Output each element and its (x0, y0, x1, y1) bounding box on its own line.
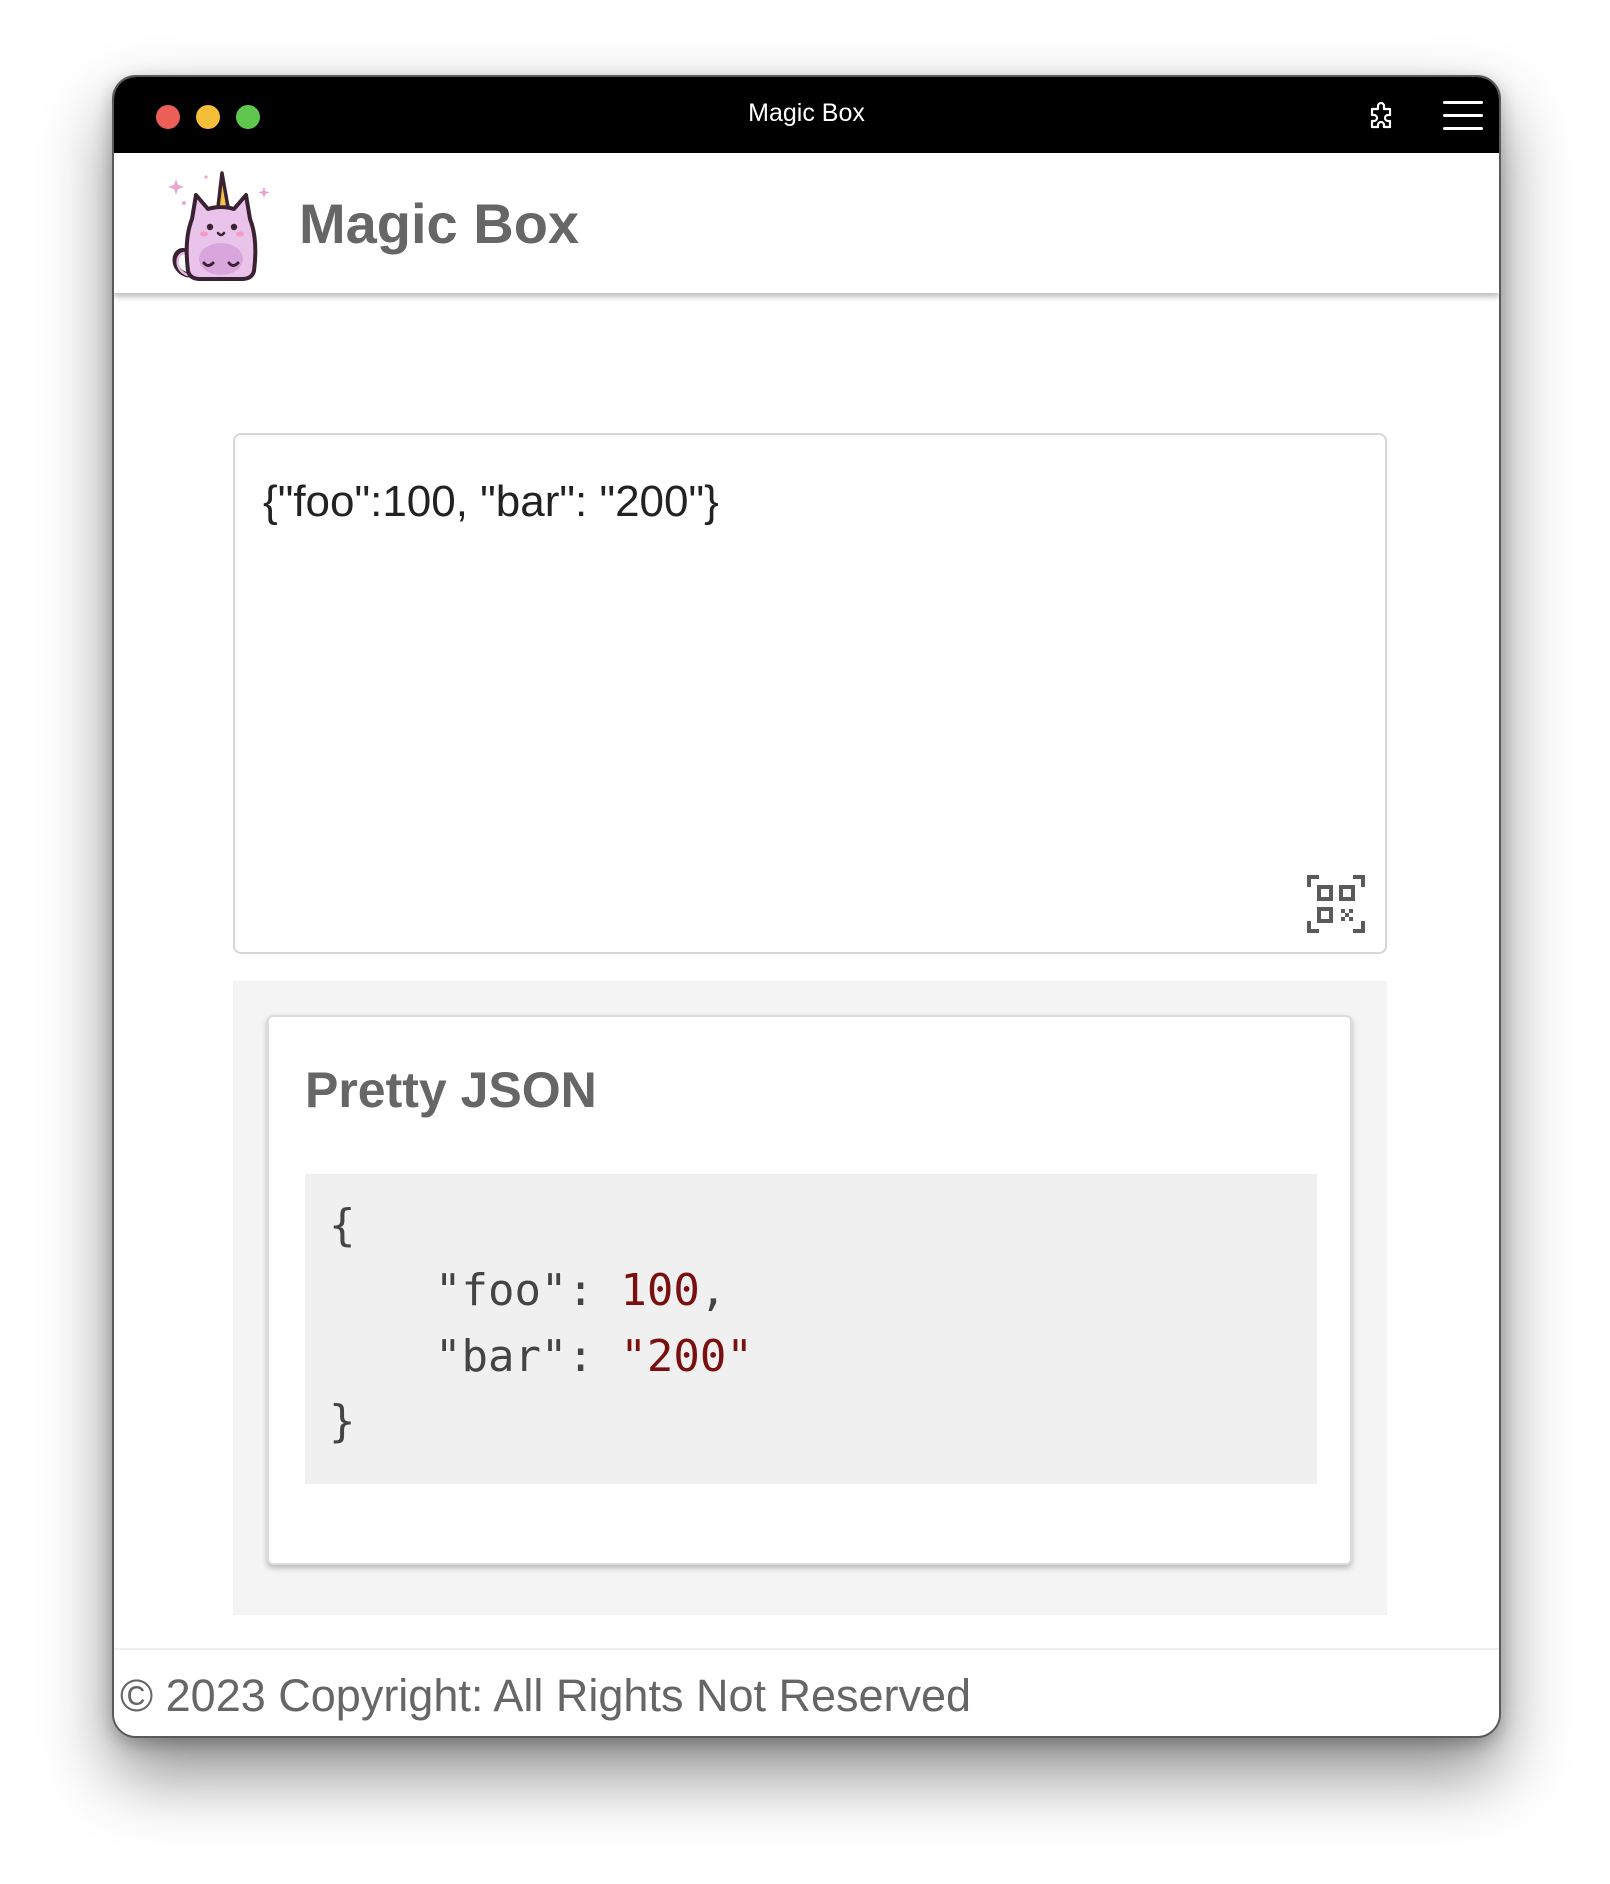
json-input-value: {"foo":100, "bar": "200"} (263, 477, 719, 526)
card-title: Pretty JSON (305, 1062, 597, 1118)
app-window: Magic Box Magic Box {"foo":100, "bar": "… (112, 75, 1501, 1738)
copyright-text: © 2023 Copyright: All Rights Not Reserve… (120, 1670, 972, 1721)
window-title: Magic Box (748, 99, 865, 127)
app-header: Magic Box (114, 153, 1499, 293)
app-title: Magic Box (299, 192, 580, 255)
title-bar: Magic Box (114, 77, 1499, 153)
json-trailing-comma: , (699, 1265, 727, 1316)
code-close-brace: } (329, 1396, 356, 1447)
json-separator: : (567, 1265, 621, 1316)
json-key: "foo" (434, 1265, 568, 1316)
unicorn-cat-logo-icon (166, 167, 276, 285)
code-line-foo: "foo": 100, (329, 1265, 726, 1316)
code-line-bar: "bar": "200" (329, 1331, 753, 1382)
qr-code-icon[interactable] (1307, 875, 1365, 933)
json-value: "200" (620, 1331, 753, 1382)
code-open-brace: { (329, 1200, 356, 1251)
pretty-json-code-block: { "foo": 100, "bar": "200" } (305, 1174, 1317, 1484)
json-key: "bar" (434, 1331, 568, 1382)
result-area: Pretty JSON { "foo": 100, "bar": "200" } (233, 981, 1387, 1615)
json-separator: : (567, 1331, 621, 1382)
hamburger-menu-icon[interactable] (1443, 99, 1485, 133)
extensions-puzzle-icon[interactable] (1366, 101, 1398, 133)
json-input-textarea[interactable]: {"foo":100, "bar": "200"} (233, 433, 1387, 954)
footer: © 2023 Copyright: All Rights Not Reserve… (114, 1648, 1499, 1736)
json-value: 100 (620, 1265, 700, 1316)
pretty-json-card: Pretty JSON { "foo": 100, "bar": "200" } (267, 1015, 1352, 1565)
